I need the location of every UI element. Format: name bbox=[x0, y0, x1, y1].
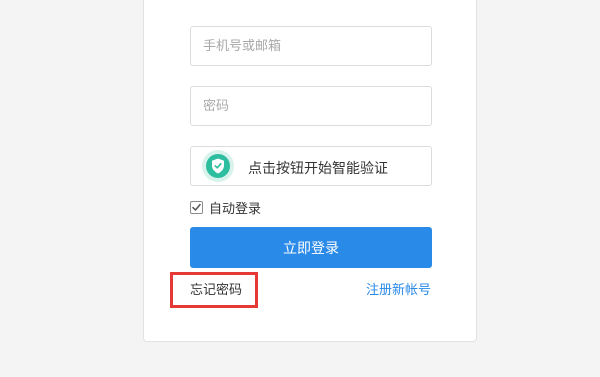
phone-email-input[interactable] bbox=[190, 26, 432, 66]
captcha-label: 点击按钮开始智能验证 bbox=[248, 161, 388, 177]
captcha-icon-ring bbox=[202, 150, 234, 182]
register-link[interactable]: 注册新帐号 bbox=[366, 279, 431, 298]
auto-login-row: 自动登录 bbox=[190, 198, 261, 217]
highlight-box bbox=[170, 272, 258, 308]
checkmark-icon bbox=[192, 203, 201, 211]
auto-login-checkbox[interactable] bbox=[190, 200, 203, 214]
auto-login-label[interactable]: 自动登录 bbox=[209, 198, 261, 217]
login-button[interactable]: 立即登录 bbox=[190, 227, 432, 268]
smart-captcha-button[interactable]: 点击按钮开始智能验证 bbox=[190, 146, 432, 186]
shield-check-icon bbox=[206, 154, 230, 178]
password-input[interactable] bbox=[190, 86, 432, 126]
